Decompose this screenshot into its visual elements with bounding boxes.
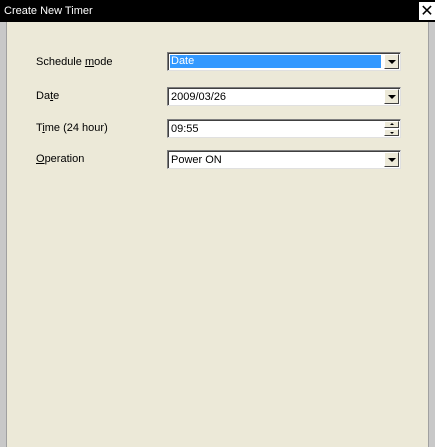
spin-up-button[interactable]	[384, 121, 399, 128]
time-label-rest: me (24 hour)	[44, 122, 108, 134]
chevron-down-icon	[388, 95, 396, 99]
operation-label: Operation	[36, 153, 84, 166]
schedule-mode-dropdown-button[interactable]	[384, 54, 399, 69]
spin-down-button[interactable]	[384, 129, 399, 136]
close-icon: ✕	[420, 1, 434, 20]
title-bar: Create New Timer ✕	[0, 0, 435, 22]
arrow-up-icon	[390, 123, 394, 125]
date-label-rest: e	[53, 90, 60, 102]
operation-mnemonic: O	[36, 153, 45, 165]
time-spinner[interactable]	[384, 121, 399, 136]
operation-select[interactable]: Power ON	[167, 150, 401, 169]
date-picker[interactable]: 2009/03/26	[167, 87, 401, 106]
date-dropdown-button[interactable]	[384, 89, 399, 104]
window-frame-right	[429, 22, 435, 447]
schedule-mode-label-text: Schedule	[36, 56, 85, 68]
time-field[interactable]: 09:55	[167, 119, 401, 138]
date-value: 2009/03/26	[171, 91, 227, 103]
close-button[interactable]: ✕	[419, 2, 435, 20]
operation-dropdown-button[interactable]	[384, 152, 399, 167]
schedule-mode-label-rest: ode	[94, 56, 113, 68]
chevron-down-icon	[388, 60, 396, 64]
window-title: Create New Timer	[4, 5, 93, 17]
time-value: 09:55	[171, 123, 199, 135]
date-label-text: Da	[36, 90, 51, 102]
dialog-body	[6, 22, 429, 447]
schedule-mode-label: Schedule mode	[36, 56, 112, 69]
schedule-mode-select[interactable]: Date	[167, 52, 401, 71]
chevron-down-icon	[388, 158, 396, 162]
operation-value: Power ON	[171, 154, 222, 166]
schedule-mode-mnemonic: m	[84, 56, 95, 68]
operation-label-rest: peration	[44, 153, 85, 165]
time-label: Time (24 hour)	[36, 122, 108, 135]
date-label: Date	[36, 90, 59, 103]
arrow-down-icon	[390, 132, 394, 134]
schedule-mode-value: Date	[170, 55, 381, 68]
